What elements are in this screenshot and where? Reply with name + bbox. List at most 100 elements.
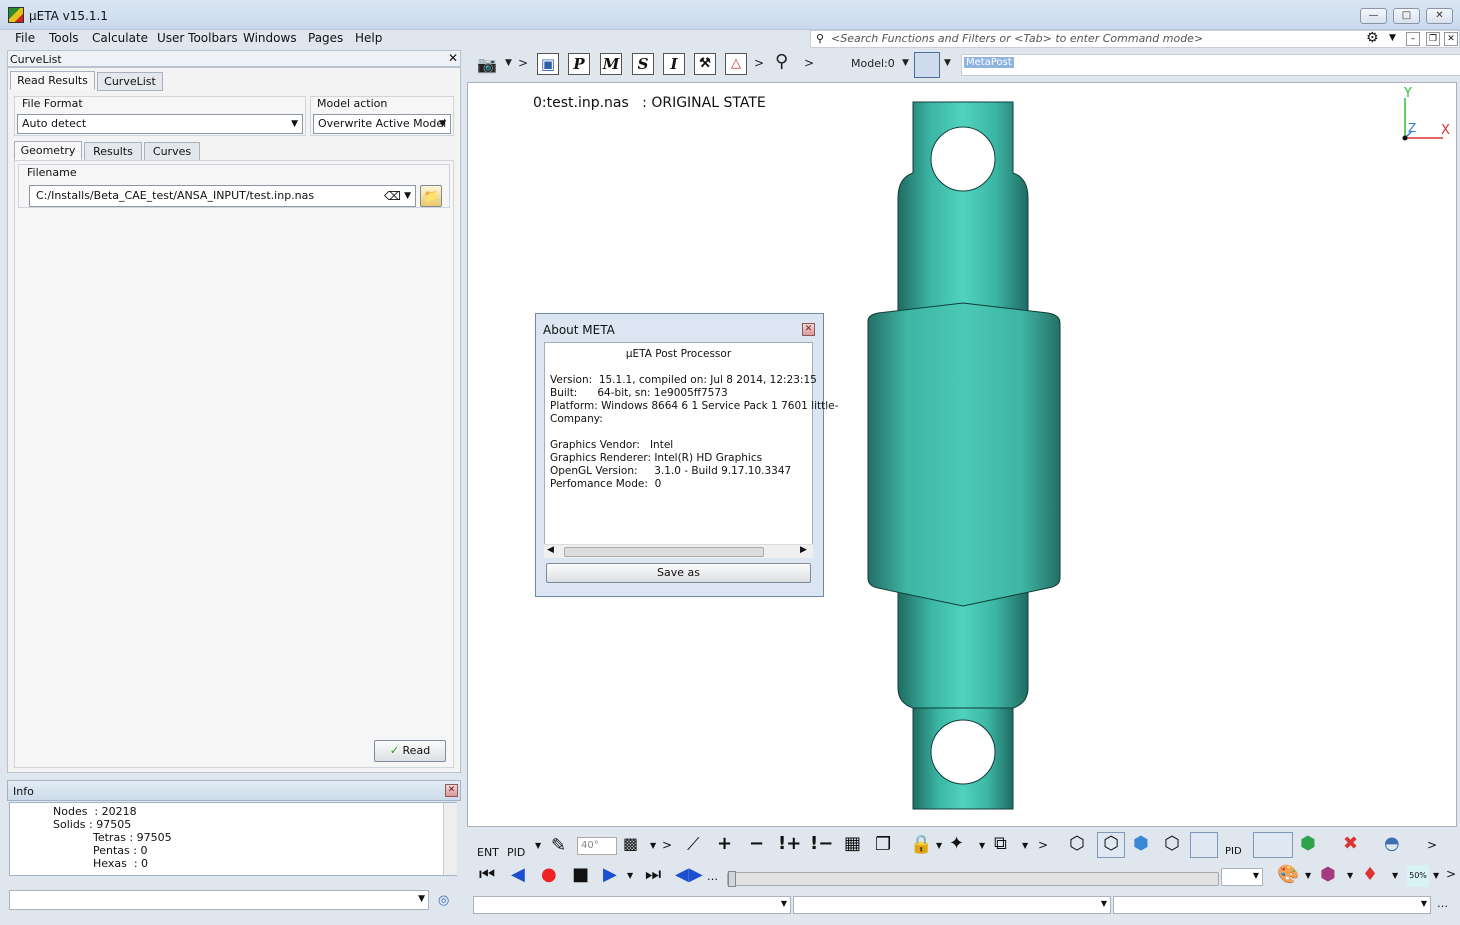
- chevron-down-icon[interactable]: ▼: [535, 841, 541, 850]
- chevron-down-icon[interactable]: ▼: [1022, 841, 1028, 850]
- hidden-line-icon[interactable]: ⬡: [1097, 832, 1125, 858]
- stop-icon[interactable]: ■: [572, 864, 589, 885]
- network-icon[interactable]: ✦: [949, 833, 964, 854]
- chevron-down-icon[interactable]: ▼: [1347, 871, 1353, 880]
- chevron-down-icon[interactable]: ▼: [979, 841, 985, 850]
- tab-read-results[interactable]: Read Results: [10, 71, 95, 90]
- s-icon[interactable]: S: [632, 53, 654, 75]
- chevron-right-icon[interactable]: >: [1038, 838, 1048, 852]
- palette-icon[interactable]: 🎨: [1277, 864, 1299, 885]
- invert-remove-icon[interactable]: !−: [810, 833, 833, 854]
- box-icon[interactable]: ⬢: [1300, 833, 1316, 854]
- remove-icon[interactable]: −: [749, 833, 764, 854]
- slider-handle[interactable]: [728, 871, 736, 887]
- status-combo-3[interactable]: ▼: [1113, 896, 1431, 914]
- chevron-down-icon[interactable]: ▼: [1433, 871, 1439, 880]
- pid-color-label[interactable]: PID: [1225, 846, 1242, 857]
- panel-restore-button[interactable]: ❐: [1426, 32, 1440, 46]
- zoom-icon[interactable]: ⚲: [775, 51, 788, 72]
- last-frame-icon[interactable]: ⏭: [645, 864, 661, 885]
- model-action-select[interactable]: Overwrite Active Model ▼: [313, 114, 451, 134]
- menu-windows[interactable]: Windows: [243, 31, 297, 45]
- outline-icon[interactable]: ⬡: [1164, 833, 1180, 854]
- annotation-icon[interactable]: △: [725, 53, 747, 75]
- scroll-right-icon[interactable]: ▶: [800, 545, 807, 555]
- chevron-right-icon[interactable]: >: [518, 56, 528, 70]
- folder-browse-button[interactable]: 📁: [420, 185, 442, 207]
- frame-icon[interactable]: ▩: [623, 834, 638, 853]
- section-icon[interactable]: ◓: [1384, 833, 1400, 854]
- copy-icon[interactable]: ⧉: [994, 833, 1007, 854]
- info-scrollbar[interactable]: [443, 803, 457, 875]
- cut-icon[interactable]: ✖: [1343, 833, 1358, 854]
- model-browser-icon[interactable]: ▣: [537, 53, 559, 75]
- minimize-button[interactable]: —: [1360, 8, 1387, 24]
- maximize-button[interactable]: □: [1393, 8, 1420, 24]
- active-model-icon[interactable]: [914, 52, 940, 78]
- fill-icon[interactable]: ♦: [1362, 864, 1378, 885]
- chevron-down-icon[interactable]: ▼: [902, 58, 909, 68]
- chevron-down-icon[interactable]: ▼: [627, 871, 633, 880]
- chevron-down-icon[interactable]: ▼: [944, 58, 951, 68]
- layers-icon[interactable]: ❐: [875, 834, 891, 855]
- chevron-right-icon[interactable]: >: [754, 56, 764, 70]
- grid-icon[interactable]: ▦: [844, 833, 861, 854]
- zoom-level-badge[interactable]: 50%: [1407, 865, 1429, 887]
- more-icon[interactable]: …: [1437, 897, 1448, 910]
- record-icon[interactable]: ◎: [438, 893, 449, 908]
- tab-results[interactable]: Results: [84, 142, 142, 161]
- info-close-button[interactable]: ✕: [445, 784, 458, 797]
- tab-curvelist[interactable]: CurveList: [97, 72, 163, 91]
- camera-icon[interactable]: 📷: [477, 55, 497, 74]
- cube-icon[interactable]: ⬢: [1320, 864, 1336, 885]
- shaded-icon[interactable]: ⬢: [1133, 833, 1149, 854]
- about-close-button[interactable]: ✕: [802, 323, 815, 336]
- pid-label[interactable]: PID: [507, 846, 525, 859]
- panel-close-button[interactable]: ✕: [1444, 32, 1458, 46]
- bounce-icon[interactable]: ◀▶: [675, 864, 703, 885]
- save-as-button[interactable]: Save as: [546, 563, 811, 583]
- invert-add-icon[interactable]: !+: [778, 833, 801, 854]
- wireframe-icon[interactable]: ⬡: [1069, 833, 1085, 854]
- menu-user-toolbars[interactable]: User Toolbars: [157, 31, 238, 45]
- status-combo-2[interactable]: ▼: [793, 896, 1111, 914]
- feature-line-icon[interactable]: [1190, 832, 1218, 858]
- lock-icon[interactable]: 🔒: [910, 834, 932, 855]
- gear-dropdown-icon[interactable]: ▼: [1389, 33, 1396, 43]
- chevron-down-icon[interactable]: ▼: [1392, 871, 1398, 880]
- tab-curves[interactable]: Curves: [144, 142, 200, 161]
- read-button[interactable]: ✓ Read: [374, 740, 446, 762]
- about-horizontal-scrollbar[interactable]: ◀ ▶: [544, 544, 813, 558]
- scroll-left-icon[interactable]: ◀: [547, 545, 554, 555]
- menu-tools[interactable]: Tools: [49, 31, 79, 45]
- menu-help[interactable]: Help: [355, 31, 382, 45]
- play-backward-icon[interactable]: ◀: [511, 864, 525, 885]
- ent-label[interactable]: ENT: [477, 846, 499, 859]
- command-combo[interactable]: ▼: [9, 890, 429, 910]
- eraser-icon[interactable]: ✎: [551, 835, 566, 856]
- angle-input[interactable]: 40°: [577, 837, 617, 855]
- chevron-down-icon[interactable]: ▼: [404, 186, 411, 206]
- scroll-thumb[interactable]: [564, 547, 764, 557]
- chevron-right-icon[interactable]: >: [662, 838, 672, 852]
- chevron-down-icon[interactable]: ▼: [650, 841, 656, 850]
- frame-select[interactable]: ▼: [1221, 868, 1263, 886]
- chevron-right-icon[interactable]: >: [1446, 867, 1456, 881]
- chevron-down-icon[interactable]: ▼: [936, 841, 942, 850]
- first-frame-icon[interactable]: ⏮: [479, 864, 495, 885]
- chevron-right-icon[interactable]: >: [804, 56, 814, 70]
- panel-minimize-button[interactable]: –: [1406, 32, 1420, 46]
- record-animation-icon[interactable]: ●: [541, 864, 557, 885]
- close-icon[interactable]: ✕: [448, 51, 458, 65]
- animation-slider[interactable]: [727, 871, 1219, 887]
- file-format-select[interactable]: Auto detect ▼: [17, 114, 303, 134]
- gear-icon[interactable]: ⚙: [1366, 30, 1379, 46]
- close-window-button[interactable]: ✕: [1426, 8, 1453, 24]
- tab-geometry[interactable]: Geometry: [14, 141, 82, 160]
- chevron-down-icon[interactable]: ▼: [1305, 871, 1311, 880]
- filename-input[interactable]: C:/Installs/Beta_CAE_test/ANSA_INPUT/tes…: [29, 185, 416, 207]
- chevron-right-icon[interactable]: >: [1427, 838, 1437, 852]
- chevron-down-icon[interactable]: ▼: [505, 58, 512, 68]
- play-forward-icon[interactable]: ▶: [603, 864, 617, 885]
- more-icon[interactable]: …: [707, 870, 718, 883]
